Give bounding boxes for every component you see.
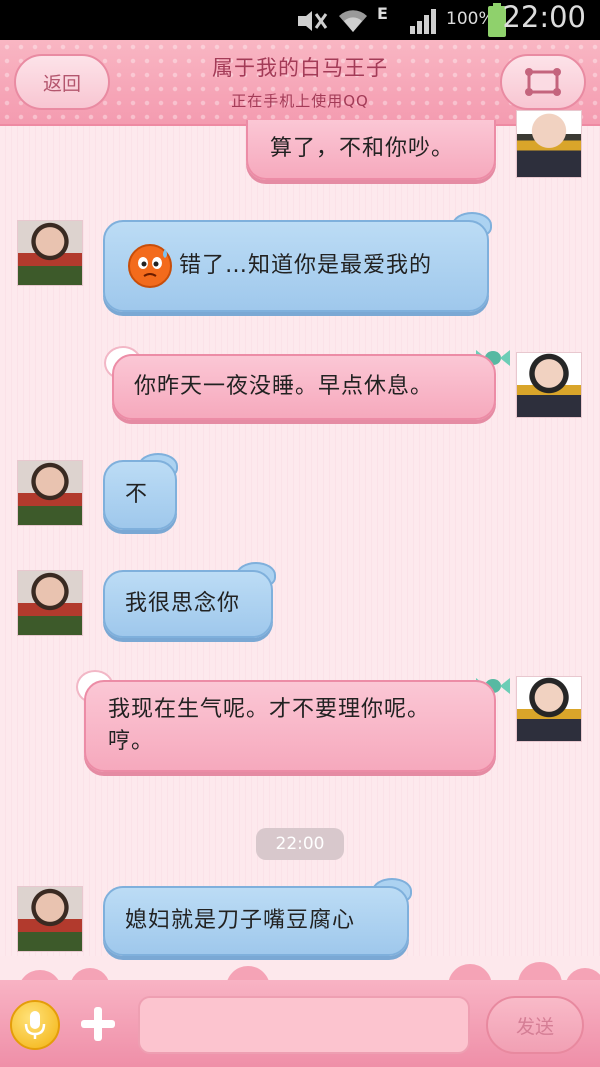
send-button[interactable]: 发送	[486, 996, 584, 1054]
contact-info-button[interactable]	[500, 54, 586, 110]
message-bubble[interactable]: 我现在生气呢。才不要理你呢。哼。	[84, 680, 496, 772]
message-bubble[interactable]: 不	[103, 460, 177, 530]
message-text: 不	[125, 482, 149, 507]
message-text: 错了…知道你是最爱我的	[179, 253, 433, 278]
plus-icon	[81, 1007, 115, 1041]
clock: 22:00	[502, 0, 586, 34]
message-bubble[interactable]: 算了，不和你吵。	[246, 120, 496, 180]
my-avatar[interactable]	[516, 110, 582, 178]
microphone-icon	[24, 1011, 46, 1039]
friend-avatar[interactable]	[17, 460, 83, 526]
friend-avatar[interactable]	[17, 220, 83, 286]
sweat-face-icon	[128, 244, 172, 288]
message-text: 媳妇就是刀子嘴豆腐心	[125, 908, 356, 933]
send-button-label: 发送	[515, 1015, 554, 1038]
message-bubble[interactable]: 我很思念你	[103, 570, 273, 638]
input-bar: 发送	[0, 958, 600, 1067]
message-text: 算了，不和你吵。	[270, 136, 455, 161]
message-bubble[interactable]: 错了…知道你是最爱我的	[103, 220, 489, 312]
network-type: E	[377, 4, 388, 23]
contact-card-icon	[525, 68, 561, 96]
my-avatar[interactable]	[516, 676, 582, 742]
signal-icon	[410, 9, 436, 34]
message-input[interactable]	[138, 996, 470, 1054]
message-text: 你昨天一夜没睡。早点休息。	[134, 374, 434, 399]
voice-button[interactable]	[10, 1000, 60, 1050]
message-text: 我很思念你	[125, 591, 241, 616]
more-options-button[interactable]	[76, 1002, 120, 1046]
friend-avatar[interactable]	[17, 570, 83, 636]
status-bar: E 100% 22:00	[0, 0, 600, 40]
message-text: 我现在生气呢。才不要理你呢。哼。	[108, 697, 431, 754]
chat-header: 返回 属于我的白马王子 正在手机上使用QQ	[0, 40, 600, 126]
mute-vibrate-icon	[298, 11, 328, 31]
timestamp-badge: 22:00	[256, 828, 344, 860]
wifi-icon	[339, 10, 367, 32]
my-avatar[interactable]	[516, 352, 582, 418]
friend-avatar[interactable]	[17, 886, 83, 952]
message-bubble[interactable]: 你昨天一夜没睡。早点休息。	[112, 354, 496, 420]
message-bubble[interactable]: 媳妇就是刀子嘴豆腐心	[103, 886, 409, 956]
